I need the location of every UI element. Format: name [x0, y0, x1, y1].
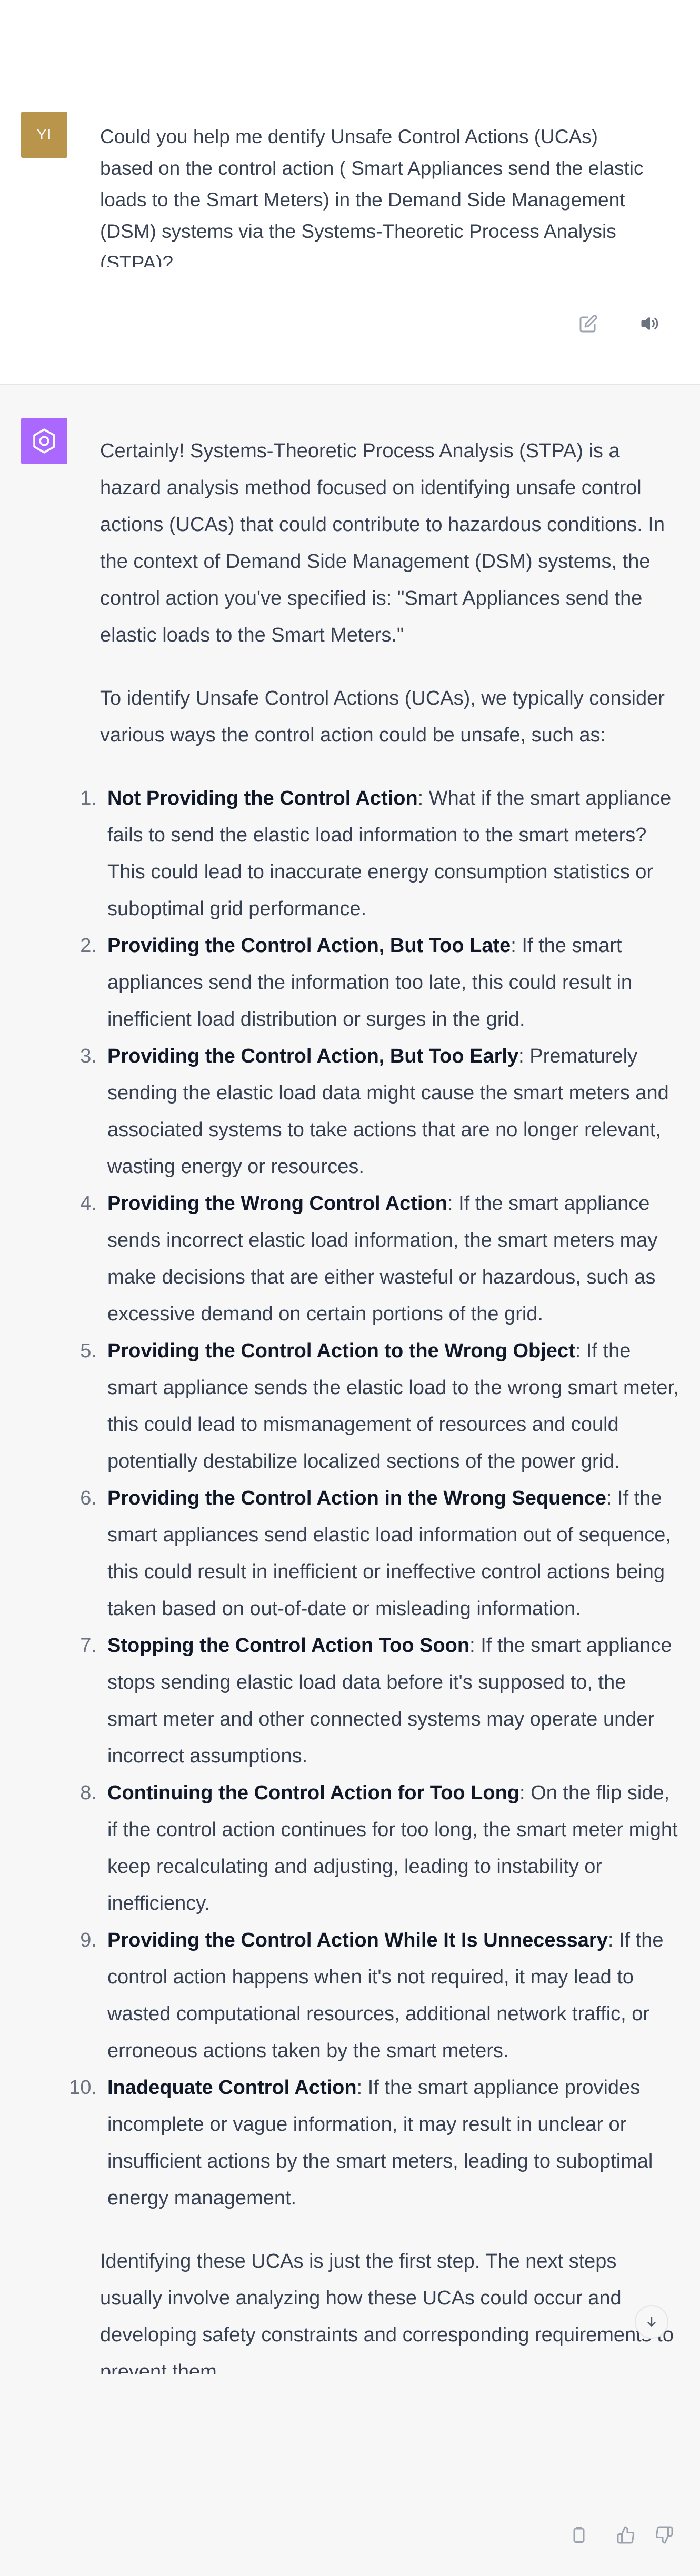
arrow-down-icon [647, 2317, 656, 2327]
uca-list-item: 4. Providing the Wrong Control Action: If… [80, 1185, 679, 1332]
list-item-title: Providing the Wrong Control Action [107, 1192, 447, 1215]
uca-list-item: 9. Providing the Control Action While It … [80, 1922, 679, 2069]
list-item-number: 9. [80, 1929, 97, 1951]
list-item-title: Providing the Control Action, But Too Ea… [107, 1045, 519, 1067]
uca-list-item: 8. Continuing the Control Action for Too … [80, 1775, 679, 1922]
list-item-title: Providing the Control Action in the Wron… [107, 1487, 606, 1509]
list-item-number: 4. [80, 1192, 97, 1215]
speaker-icon[interactable] [637, 310, 663, 337]
answer-outro: Identifying these UCAs is just the first… [100, 2250, 674, 2374]
user-message-text: Could you help me dentify Unsafe Control… [100, 126, 644, 267]
list-item-title: Providing the Control Action, But Too La… [107, 935, 511, 957]
list-item-number: 6. [80, 1487, 97, 1509]
list-item-title: Stopping the Control Action Too Soon [107, 1635, 470, 1657]
list-item-title: Providing the Control Action to the Wron… [107, 1340, 575, 1362]
thumbs-up-icon[interactable] [612, 2521, 640, 2549]
thumbs-down-icon[interactable] [650, 2521, 678, 2549]
uca-list-item: 1. Not Providing the Control Action: What… [80, 780, 679, 927]
list-item-number: 1. [80, 787, 97, 809]
list-item-number: 7. [80, 1635, 97, 1657]
uca-list-item: 6. Providing the Control Action in the Wr… [80, 1480, 679, 1627]
list-item-title: Not Providing the Control Action [107, 787, 418, 809]
assistant-message-block: Certainly! Systems-Theoretic Process Ana… [0, 385, 700, 2576]
uca-list-item: 5. Providing the Control Action to the Wr… [80, 1332, 679, 1480]
answer-lead-in: To identify Unsafe Control Actions (UCAs… [100, 687, 665, 746]
openai-logo-icon [21, 418, 67, 464]
user-message-block: YI Could you help me dentify Unsafe Cont… [0, 0, 700, 385]
user-avatar: YI [21, 112, 67, 158]
uca-list-item: 2. Providing the Control Action, But Too … [80, 927, 679, 1038]
scroll-to-bottom-button[interactable] [635, 2305, 668, 2339]
list-item-number: 3. [80, 1045, 97, 1067]
list-item-number: 2. [80, 935, 97, 957]
list-item-title: Inadequate Control Action [107, 2077, 357, 2099]
copy-icon[interactable] [565, 2521, 593, 2549]
assistant-answer: Certainly! Systems-Theoretic Process Ana… [69, 433, 679, 2401]
list-item-number: 8. [80, 1782, 97, 1804]
list-item-title: Providing the Control Action While It Is… [107, 1929, 608, 1951]
uca-list-item: 3. Providing the Control Action, But Too … [80, 1038, 679, 1185]
uca-list: 1. Not Providing the Control Action: What… [69, 780, 679, 2217]
edit-icon[interactable] [575, 310, 602, 337]
list-item-title: Continuing the Control Action for Too Lo… [107, 1782, 520, 1804]
uca-list-item: 7. Stopping the Control Action Too Soon: … [80, 1627, 679, 1775]
uca-list-item: 10. Inadequate Control Action: If the sma… [69, 2069, 679, 2217]
answer-intro: Certainly! Systems-Theoretic Process Ana… [100, 440, 665, 646]
list-item-number: 10. [69, 2077, 97, 2099]
list-item-number: 5. [80, 1340, 97, 1362]
